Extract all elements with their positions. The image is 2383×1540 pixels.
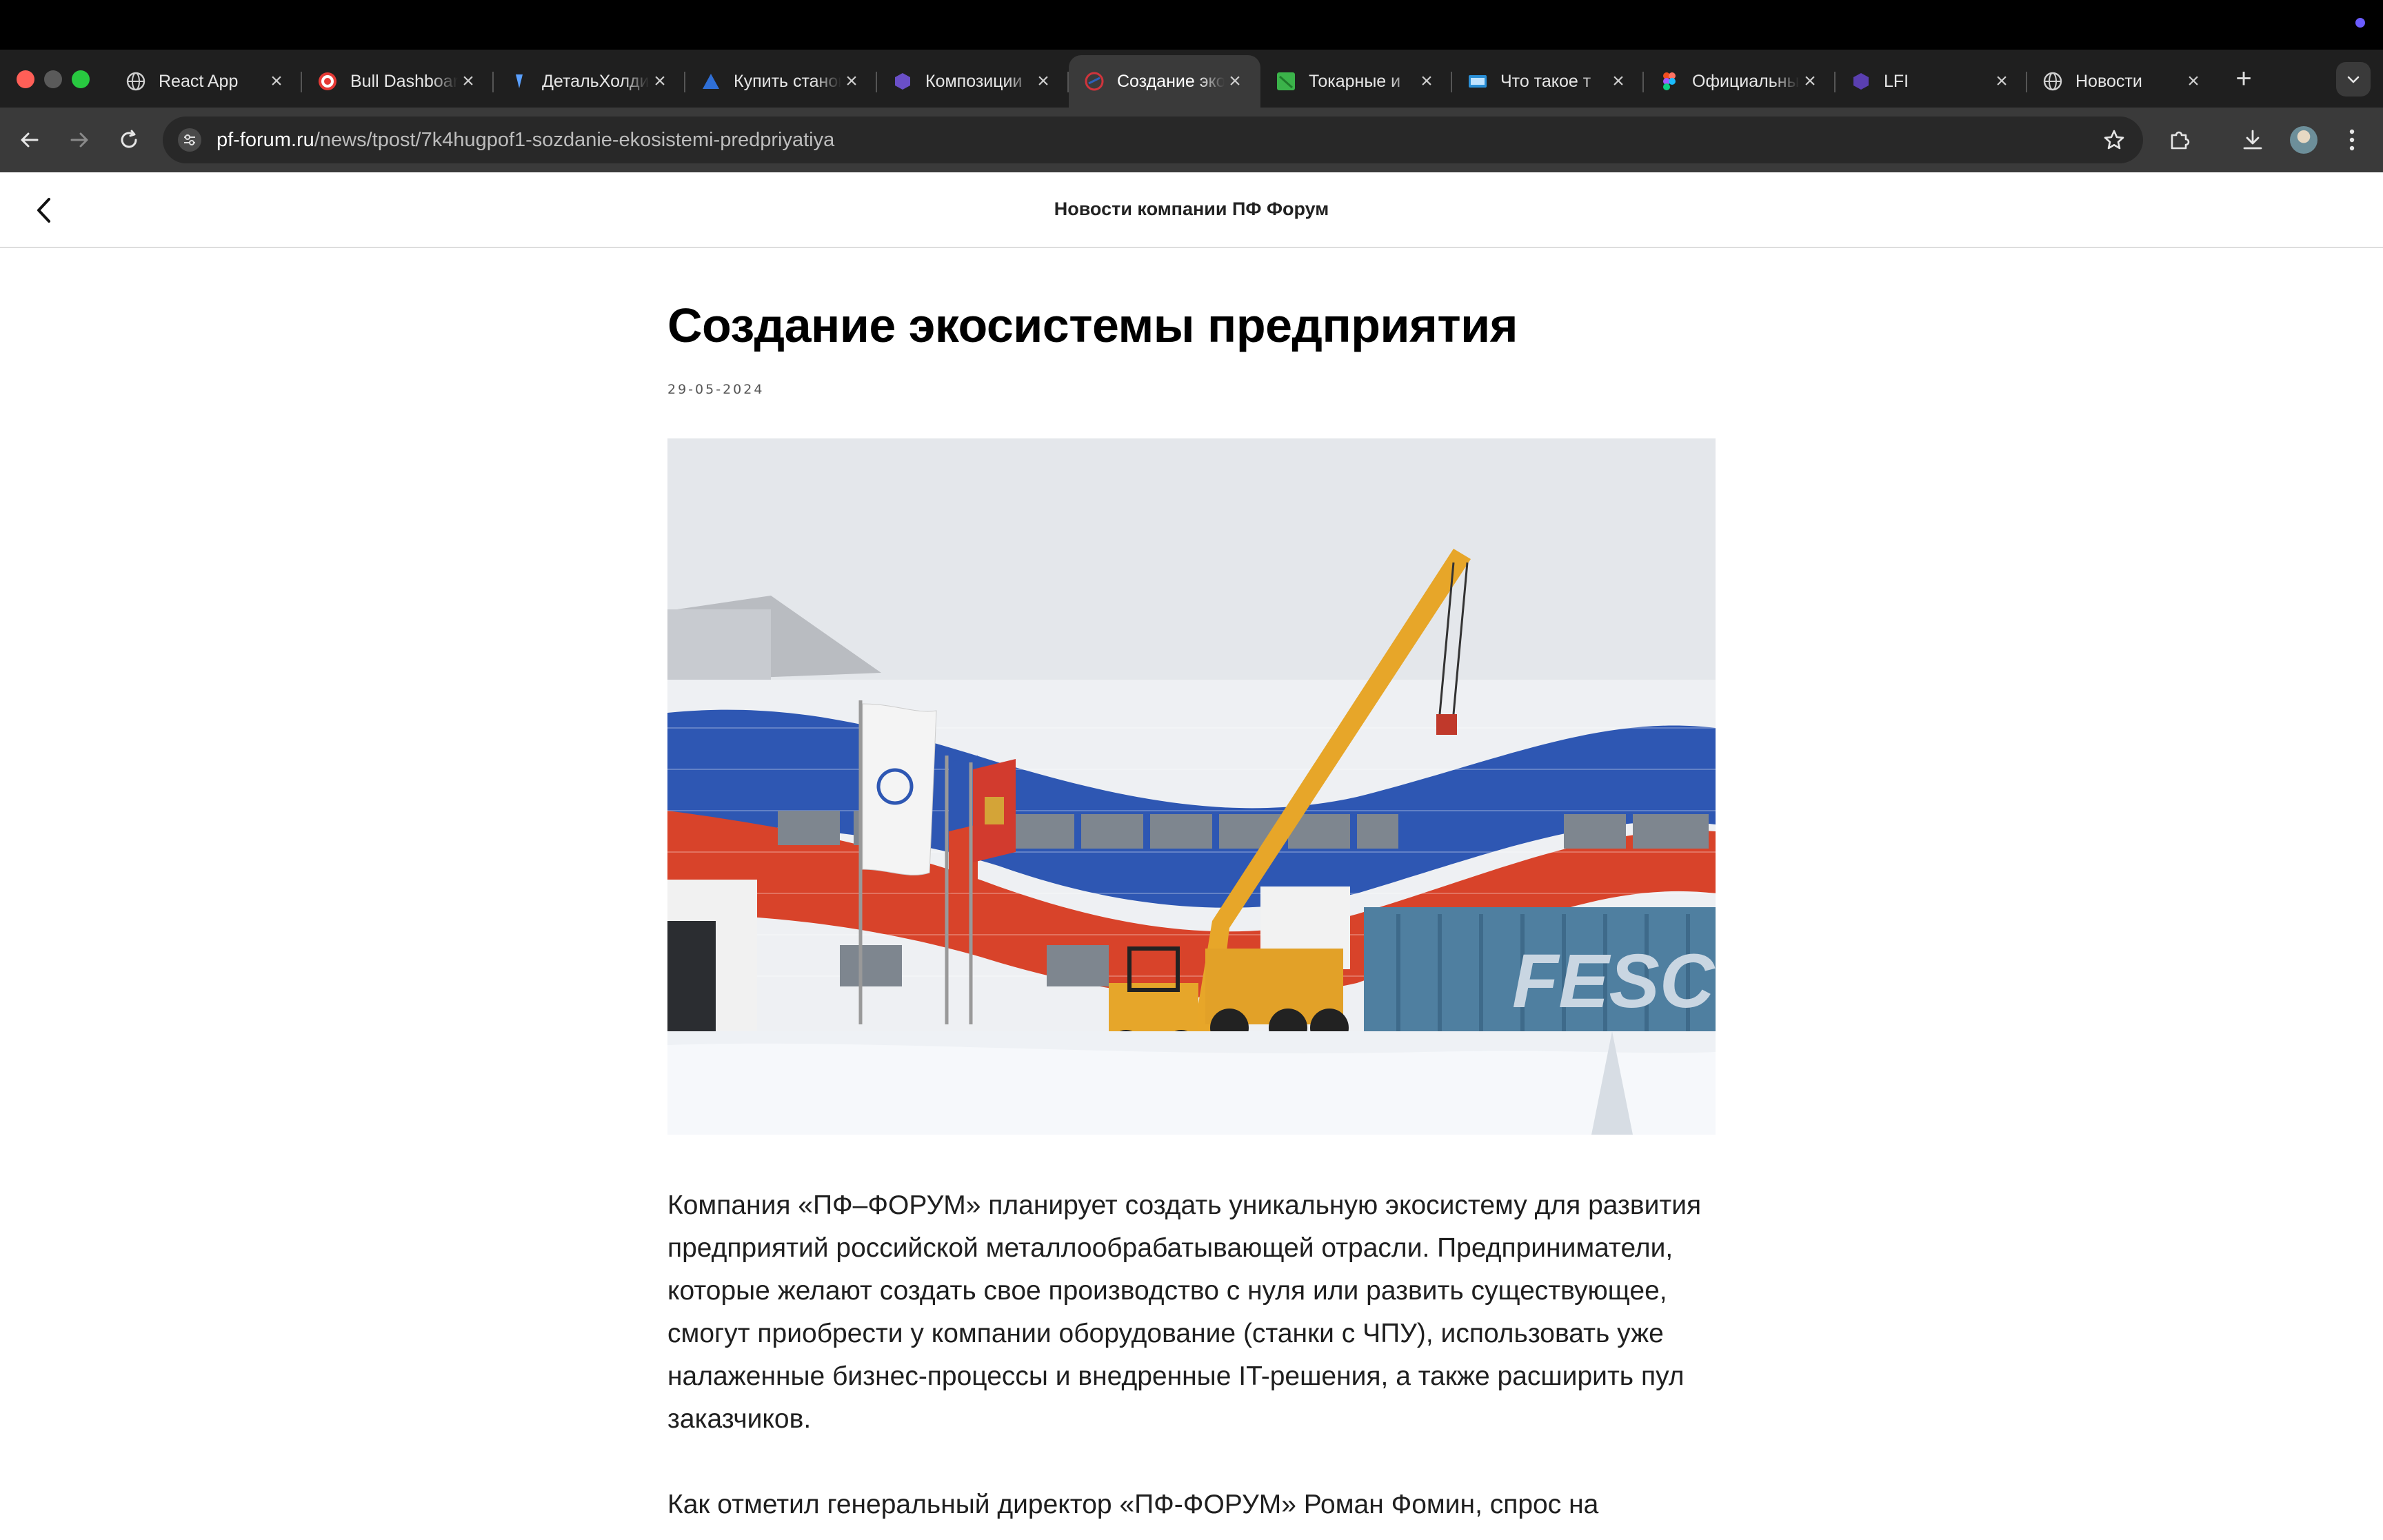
new-tab-button[interactable]: + xyxy=(2229,63,2259,94)
tab-label: ДетальХолдинг xyxy=(542,71,650,91)
address-bar[interactable]: pf-forum.ru/news/tpost/7k4hugpof1-sozdan… xyxy=(163,116,2143,163)
container-logo-text: FESC xyxy=(1512,939,1716,1024)
tab-close-icon[interactable]: × xyxy=(1608,70,1629,92)
article-paragraph: Как отметил генеральный директор «ПФ-ФОР… xyxy=(667,1490,1599,1519)
extensions-button[interactable] xyxy=(2162,123,2197,157)
tab-close-icon[interactable]: × xyxy=(1416,70,1437,92)
forward-button[interactable] xyxy=(62,123,97,157)
tab-label: Купить станок xyxy=(734,71,841,91)
tab-label: Bull Dashboard xyxy=(350,71,458,91)
triangle-logo-icon xyxy=(701,71,721,92)
window-maximize-button[interactable] xyxy=(72,70,90,88)
chevron-down-icon xyxy=(2347,76,2360,83)
tab-close-icon[interactable]: × xyxy=(841,70,862,92)
download-icon xyxy=(2243,130,2262,150)
globe-icon xyxy=(125,71,146,92)
tab-close-icon[interactable]: × xyxy=(1991,70,2012,92)
figma-icon xyxy=(1659,71,1680,92)
url-host: pf-forum.ru xyxy=(217,129,314,151)
tab-oficialnyj[interactable]: Официальный × xyxy=(1644,55,1836,108)
tab-close-icon[interactable]: × xyxy=(1225,70,1245,92)
detal-icon xyxy=(509,71,530,92)
profile-button[interactable] xyxy=(2286,123,2321,157)
window-minimize-button[interactable] xyxy=(44,70,62,88)
globe-icon xyxy=(2042,71,2063,92)
tab-sozdanie-ekosistemy[interactable]: Создание экосистемы × xyxy=(1069,55,1260,108)
factory-crane-photo: FESC xyxy=(667,438,1716,1135)
tab-detal-holding[interactable]: ДетальХолдинг × xyxy=(494,55,685,108)
url-text[interactable]: pf-forum.ru/news/tpost/7k4hugpof1-sozdan… xyxy=(217,129,834,152)
tab-close-icon[interactable]: × xyxy=(1033,70,1054,92)
tab-tokarnye[interactable]: Токарные и × xyxy=(1260,55,1452,108)
tab-chto-takoe[interactable]: Что такое т × xyxy=(1452,55,1644,108)
back-button[interactable] xyxy=(12,123,47,157)
avatar xyxy=(2290,126,2317,154)
tab-label: Новости xyxy=(2075,71,2142,91)
reload-button[interactable] xyxy=(112,123,146,157)
tab-label: Создание экосистемы xyxy=(1117,71,1225,91)
arrow-left-icon xyxy=(21,132,39,148)
tab-label: Что такое т xyxy=(1500,71,1591,91)
system-menubar xyxy=(0,0,2383,50)
green-leaf-icon xyxy=(1276,71,1296,92)
tab-kompozicii[interactable]: Композиции × xyxy=(877,55,1069,108)
tab-strip: React App × Bull Dashboard × ДетальХолди… xyxy=(0,50,2383,108)
tab-close-icon[interactable]: × xyxy=(458,70,479,92)
pf-forum-icon xyxy=(1084,71,1105,92)
browser-toolbar: pf-forum.ru/news/tpost/7k4hugpof1-sozdan… xyxy=(0,108,2383,172)
tab-label: LFI xyxy=(1884,71,1909,91)
site-header: Новости компании ПФ Форум xyxy=(0,172,2383,248)
tab-react-app[interactable]: React App × xyxy=(110,55,302,108)
puzzle-icon xyxy=(2171,131,2190,150)
site-title[interactable]: Новости компании ПФ Форум xyxy=(0,199,2383,220)
tab-label: Композиции xyxy=(925,71,1023,91)
arrow-right-icon xyxy=(70,132,88,148)
bookmark-star-icon[interactable] xyxy=(2102,128,2126,152)
site-settings-icon[interactable] xyxy=(178,128,201,152)
tab-bull-dashboard[interactable]: Bull Dashboard × xyxy=(302,55,494,108)
tab-close-icon[interactable]: × xyxy=(2183,70,2204,92)
tab-close-icon[interactable]: × xyxy=(650,70,670,92)
window-close-button[interactable] xyxy=(17,70,34,88)
tab-close-icon[interactable]: × xyxy=(1800,70,1820,92)
cube-icon xyxy=(892,71,913,92)
card-icon xyxy=(1467,71,1488,92)
status-indicator-icon xyxy=(2355,18,2365,28)
reload-icon xyxy=(121,130,137,148)
article-title: Создание экосистемы предприятия xyxy=(667,298,1518,352)
url-path: /news/tpost/7k4hugpof1-sozdanie-ekosiste… xyxy=(314,129,835,151)
tab-label: Официальный xyxy=(1692,71,1800,91)
kebab-menu-icon xyxy=(2349,129,2355,151)
article-hero-image: FESC xyxy=(667,438,1716,1135)
tab-label: React App xyxy=(159,71,239,91)
downloads-button[interactable] xyxy=(2235,123,2270,157)
browser-menu-button[interactable] xyxy=(2335,123,2369,157)
tab-kupit-stanok[interactable]: Купить станок × xyxy=(685,55,877,108)
tab-novosti[interactable]: Новости × xyxy=(2027,55,2219,108)
tab-close-icon[interactable]: × xyxy=(266,70,287,92)
tab-search-button[interactable] xyxy=(2336,62,2371,97)
article: Создание экосистемы предприятия 29-05-20… xyxy=(667,296,1716,1526)
target-icon xyxy=(317,71,338,92)
article-date: 29-05-2024 xyxy=(667,382,765,397)
article-paragraph: Компания «ПФ–ФОРУМ» планирует создать ун… xyxy=(667,1191,1702,1434)
cube-icon xyxy=(1851,71,1871,92)
tab-lfi[interactable]: LFI × xyxy=(1836,55,2027,108)
tab-label: Токарные и xyxy=(1309,71,1401,91)
tab-list: React App × Bull Dashboard × ДетальХолди… xyxy=(110,55,2219,108)
